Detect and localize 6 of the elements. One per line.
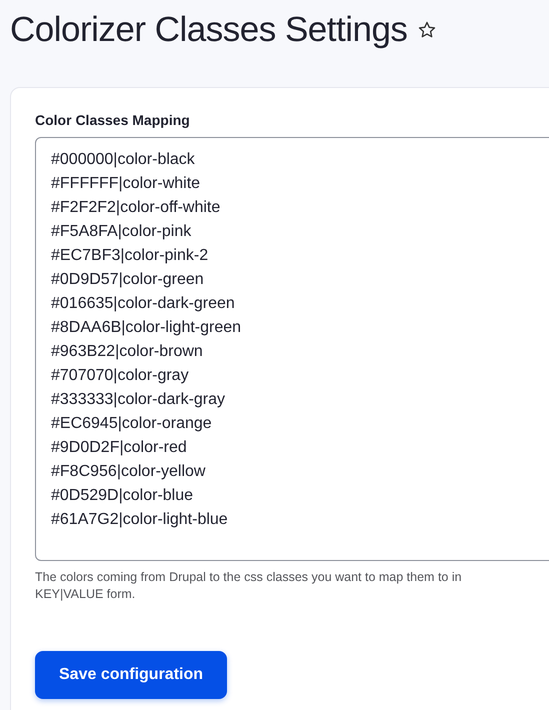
mapping-field[interactable]: #000000|color-black #FFFFFF|color-white #F2F2F2|color-off-white #F5A8FA|color-pink #EC7BF3|color-pink-2 #0D9D57|color-green #016635|color-dark-green #8DAA6B|color-light-green #963B22|color-brown #707070|color-gray #333333|color-dark-gray #EC6945|color-orange #9D0D2F|color-red #F8C956|color-yellow #0D529D|color-blue #61A7G2|color-light-blue — [35, 137, 549, 561]
save-button[interactable]: Save configuration — [35, 651, 228, 699]
star-icon[interactable] — [417, 20, 438, 40]
field-label: Color Classes Mapping — [35, 112, 191, 128]
page-title: Colorizer Classes Settings — [10, 10, 408, 50]
field-description: The colors coming from Drupal to the css classes you want to map them to in KEY|VALUE form. — [35, 569, 463, 603]
